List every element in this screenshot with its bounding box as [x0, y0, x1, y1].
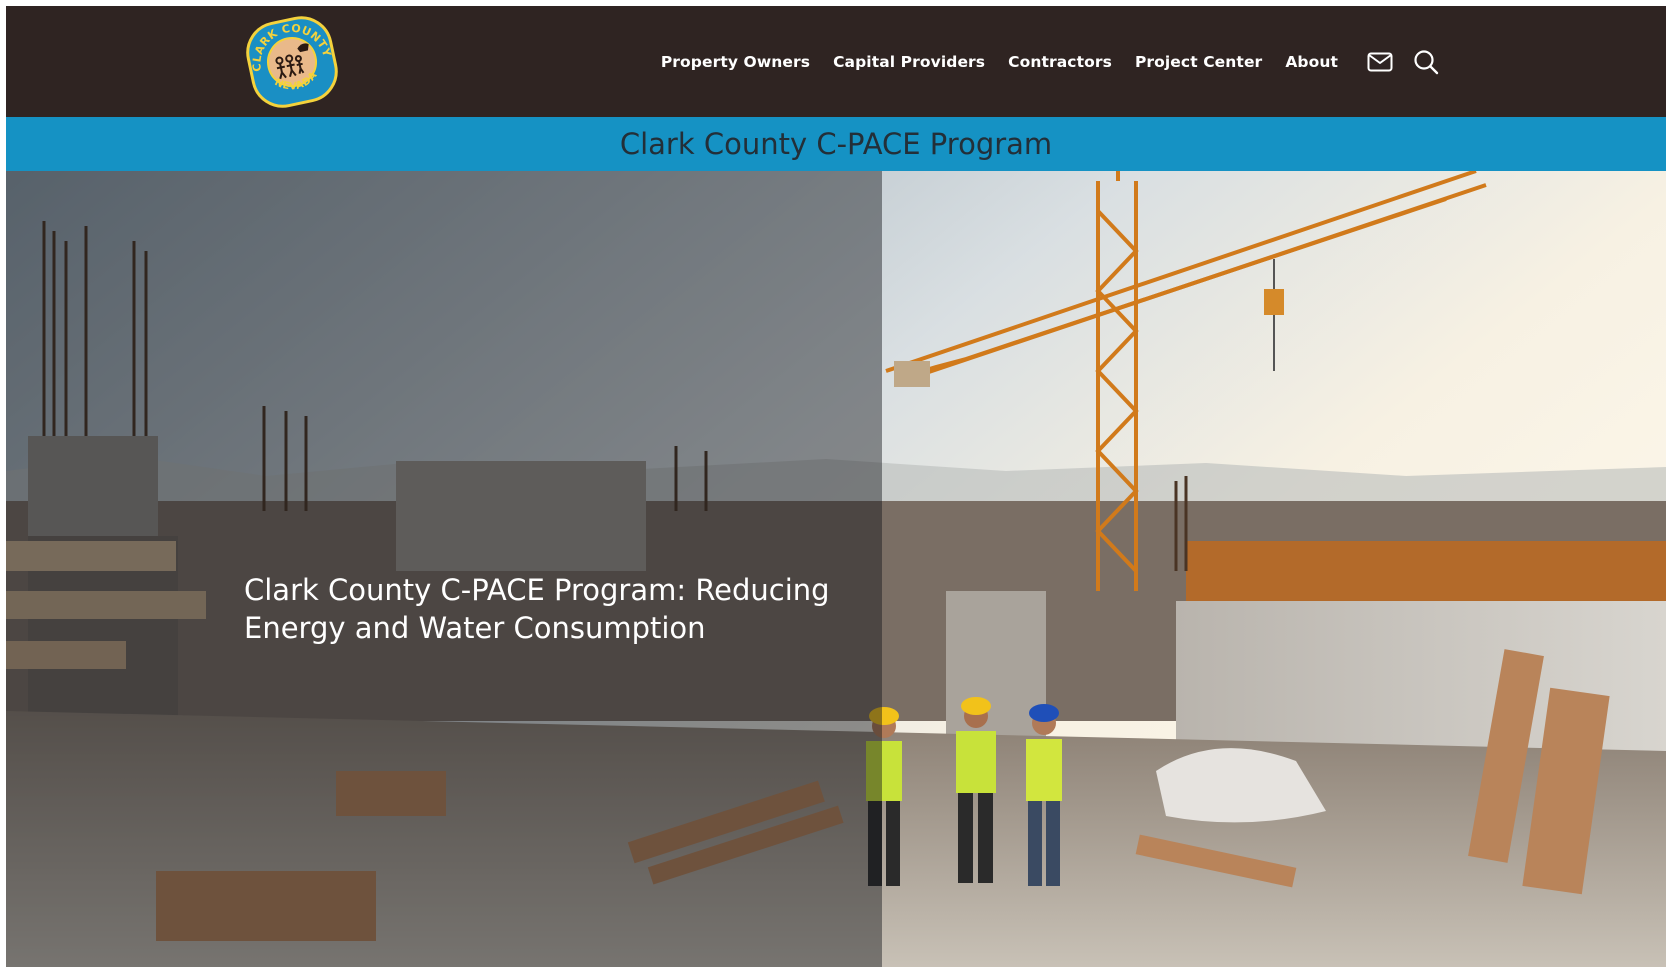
nav-property-owners[interactable]: Property Owners: [661, 53, 810, 71]
nav-capital-providers[interactable]: Capital Providers: [833, 53, 985, 71]
nav-contractors[interactable]: Contractors: [1008, 53, 1112, 71]
main-nav: Property Owners Capital Providers Contra…: [638, 6, 1440, 117]
site-header: CLARK COUNTY NEVADA Property Owners Capi…: [6, 6, 1666, 117]
nav-project-center[interactable]: Project Center: [1135, 53, 1262, 71]
program-banner: Clark County C-PACE Program: [6, 117, 1666, 171]
clark-county-seal-icon: CLARK COUNTY NEVADA: [242, 14, 338, 108]
search-icon[interactable]: [1412, 48, 1440, 76]
envelope-icon[interactable]: [1366, 48, 1394, 76]
clark-county-logo[interactable]: CLARK COUNTY NEVADA: [242, 12, 342, 112]
nav-about[interactable]: About: [1285, 53, 1338, 71]
hero-heading: Clark County C-PACE Program: Reducing En…: [244, 573, 830, 645]
hero-section: Clark County C-PACE Program: Reducing En…: [6, 171, 1666, 967]
hero-dark-overlay: [6, 171, 882, 967]
program-title: Clark County C-PACE Program: [619, 127, 1053, 161]
page-frame: CLARK COUNTY NEVADA Property Owners Capi…: [6, 6, 1666, 967]
